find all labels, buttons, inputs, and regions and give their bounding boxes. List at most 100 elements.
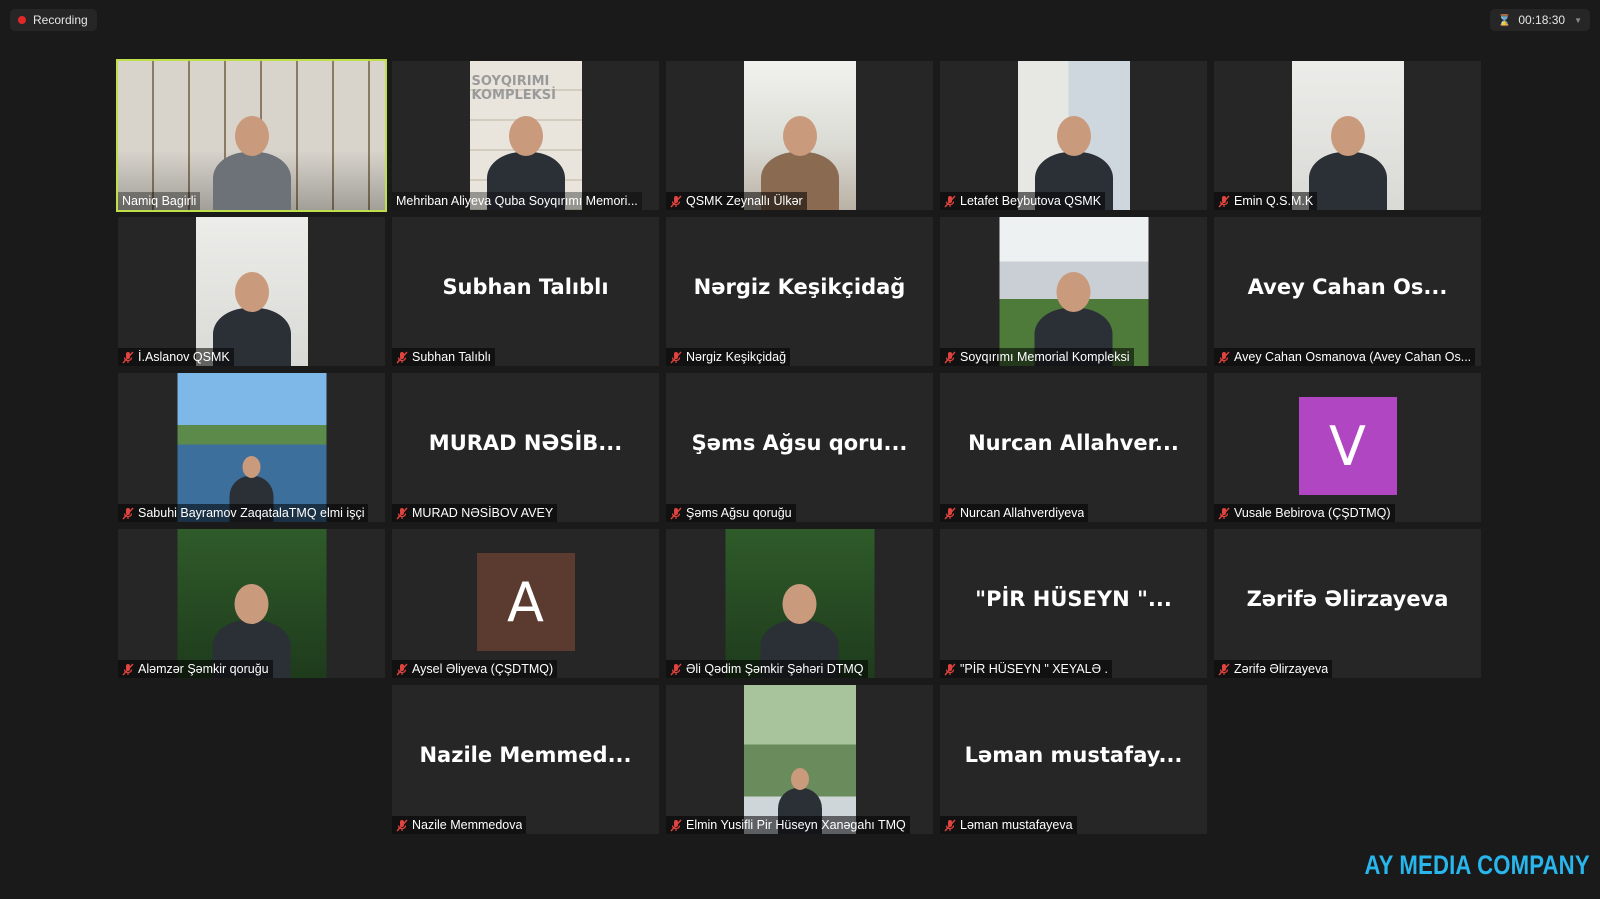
person-head xyxy=(782,584,817,624)
participant-display-name: Zərifə Əlirzayeva xyxy=(1246,587,1449,611)
participant-name: "PİR HÜSEYN " XEYALƏ . xyxy=(960,662,1108,676)
participant-tile[interactable]: Sabuhi Bayramov ZaqatalaTMQ elmi işçi xyxy=(118,373,385,522)
recording-indicator[interactable]: Recording xyxy=(10,9,97,31)
participant-name: Namiq Bagirli xyxy=(122,194,197,208)
person-head xyxy=(1330,116,1365,156)
participant-video xyxy=(177,373,326,522)
muted-mic-icon xyxy=(670,663,682,675)
participant-name-label: İ.Aslanov QSMK xyxy=(118,348,234,366)
participant-name: Vusale Bebirova (ÇŞDTMQ) xyxy=(1234,506,1391,520)
person-head xyxy=(234,116,269,156)
muted-mic-icon xyxy=(122,351,134,363)
person-silhouette xyxy=(212,152,291,210)
muted-mic-icon xyxy=(670,507,682,519)
participant-tile[interactable]: V Vusale Bebirova (ÇŞDTMQ) xyxy=(1214,373,1481,522)
participant-display-name: Nazile Memmed... xyxy=(419,743,632,767)
participant-name-label: Avey Cahan Osmanova (Avey Cahan Os... xyxy=(1214,348,1476,366)
participant-name: Sabuhi Bayramov ZaqatalaTMQ elmi işçi xyxy=(138,506,365,520)
participant-tile[interactable]: Aləmzər Şəmkir qoruğu xyxy=(118,529,385,678)
person-head xyxy=(242,456,261,478)
participant-tile[interactable]: A Aysel Əliyeva (ÇŞDTMQ) xyxy=(392,529,659,678)
participant-tile[interactable]: Ləman mustafay... Ləman mustafayeva xyxy=(940,685,1207,834)
participant-tile[interactable]: Əli Qədim Şəmkir Şəhəri DTMQ xyxy=(666,529,933,678)
gallery-grid: Namiq Bagirli SOYQIRIMI KOMPLEKSİ Mehriban… xyxy=(116,59,1481,834)
timer-value: 00:18:30 xyxy=(1518,13,1566,27)
muted-mic-icon xyxy=(396,351,408,363)
meeting-timer[interactable]: ⌛ 00:18:30 ▼ xyxy=(1489,9,1590,31)
participant-tile[interactable]: Subhan Talıblı Subhan Talıblı xyxy=(392,217,659,366)
participant-display-name: Avey Cahan Os... xyxy=(1247,275,1448,299)
muted-mic-icon xyxy=(670,351,682,363)
participant-name-label: Aləmzər Şəmkir qoruğu xyxy=(118,660,273,678)
muted-mic-icon xyxy=(122,663,134,675)
participant-tile[interactable]: Nurcan Allahver... Nurcan Allahverdiyeva xyxy=(940,373,1207,522)
avatar: V xyxy=(1298,397,1397,495)
muted-mic-icon xyxy=(670,819,682,831)
participant-name: Subhan Talıblı xyxy=(412,350,491,364)
participant-display-name: MURAD NƏSİB... xyxy=(428,431,623,455)
participant-name-label: Ləman mustafayeva xyxy=(940,816,1077,834)
muted-mic-icon xyxy=(396,507,408,519)
participant-tile[interactable]: MURAD NƏSİB... MURAD NƏSİBOV AVEY xyxy=(392,373,659,522)
recording-dot-icon xyxy=(18,16,26,24)
participant-name-label: Əli Qədim Şəmkir Şəhəri DTMQ xyxy=(666,660,868,678)
participant-tile[interactable]: Namiq Bagirli xyxy=(116,59,387,212)
participant-display-name: Şəms Ağsu qoru... xyxy=(691,431,908,455)
participant-tile[interactable]: SOYQIRIMI KOMPLEKSİ Mehriban Aliyeva Quba… xyxy=(392,61,659,210)
person-silhouette xyxy=(1308,152,1387,210)
participant-name: Letafet Beybutova QSMK xyxy=(960,194,1102,208)
person-head xyxy=(782,116,817,156)
participant-name: Zərifə Əlirzayeva xyxy=(1234,662,1329,676)
muted-mic-icon xyxy=(1218,195,1230,207)
participant-tile[interactable]: Nazile Memmed... Nazile Memmedova xyxy=(392,685,659,834)
muted-mic-icon xyxy=(944,507,956,519)
participant-display-name: Nərgiz Keşikçidağ xyxy=(693,275,906,299)
participant-name-label: Aysel Əliyeva (ÇŞDTMQ) xyxy=(392,660,558,678)
participant-tile[interactable]: Letafet Beybutova QSMK xyxy=(940,61,1207,210)
participant-name-label: Subhan Talıblı xyxy=(392,348,495,366)
person-head xyxy=(234,272,269,312)
participant-tile[interactable]: Şəms Ağsu qoru... Şəms Ağsu qoruğu xyxy=(666,373,933,522)
participant-display-name: Nurcan Allahver... xyxy=(968,431,1179,455)
chevron-down-icon: ▼ xyxy=(1574,15,1582,25)
participant-tile[interactable]: Soyqırımı Memorial Kompleksi xyxy=(940,217,1207,366)
person-head xyxy=(234,584,269,624)
recording-label: Recording xyxy=(33,13,88,27)
participant-video xyxy=(999,217,1148,366)
participant-tile[interactable]: Zərifə Əlirzayeva Zərifə Əlirzayeva xyxy=(1214,529,1481,678)
participant-tile[interactable]: İ.Aslanov QSMK xyxy=(118,217,385,366)
participant-name: Aləmzər Şəmkir qoruğu xyxy=(138,662,269,676)
participant-video xyxy=(177,529,326,678)
muted-mic-icon xyxy=(944,351,956,363)
participant-tile[interactable]: "PİR HÜSEYN "... "PİR HÜSEYN " XEYALƏ . xyxy=(940,529,1207,678)
participant-video xyxy=(725,529,874,678)
muted-mic-icon xyxy=(944,195,956,207)
participant-tile[interactable]: Nərgiz Keşikçidağ Nərgiz Keşikçidağ xyxy=(666,217,933,366)
person-head xyxy=(790,768,809,790)
participant-video xyxy=(743,685,856,834)
person-head xyxy=(1056,272,1091,312)
participant-name: Şəms Ağsu qoruğu xyxy=(686,506,792,520)
participant-name: Ləman mustafayeva xyxy=(960,818,1073,832)
participant-video xyxy=(118,61,385,210)
watermark: AY MEDIA COMPANY xyxy=(1364,850,1590,880)
participant-video: SOYQIRIMI KOMPLEKSİ xyxy=(469,61,582,210)
participant-name-label: Soyqırımı Memorial Kompleksi xyxy=(940,348,1134,366)
participant-name-label: Namiq Bagirli xyxy=(118,192,201,210)
participant-name-label: Letafet Beybutova QSMK xyxy=(940,192,1106,210)
participant-tile[interactable]: Emin Q.S.M.K xyxy=(1214,61,1481,210)
participant-tile[interactable]: QSMK Zeynallı Ülkər xyxy=(666,61,933,210)
participant-name: Nazile Memmedova xyxy=(412,818,523,832)
participant-name: Nurcan Allahverdiyeva xyxy=(960,506,1085,520)
hourglass-icon: ⌛ xyxy=(1497,14,1512,27)
avatar: A xyxy=(476,553,575,651)
participant-name: QSMK Zeynallı Ülkər xyxy=(686,194,803,208)
participant-tile[interactable]: Elmin Yusifli Pir Hüseyn Xanəgahı TMQ xyxy=(666,685,933,834)
muted-mic-icon xyxy=(1218,507,1230,519)
participant-video xyxy=(1291,61,1404,210)
participant-tile[interactable]: Avey Cahan Os... Avey Cahan Osmanova (Ave… xyxy=(1214,217,1481,366)
participant-display-name: Ləman mustafay... xyxy=(964,743,1183,767)
person-head xyxy=(1056,116,1091,156)
participant-name: Nərgiz Keşikçidağ xyxy=(686,350,787,364)
participant-name-label: "PİR HÜSEYN " XEYALƏ . xyxy=(940,660,1112,678)
